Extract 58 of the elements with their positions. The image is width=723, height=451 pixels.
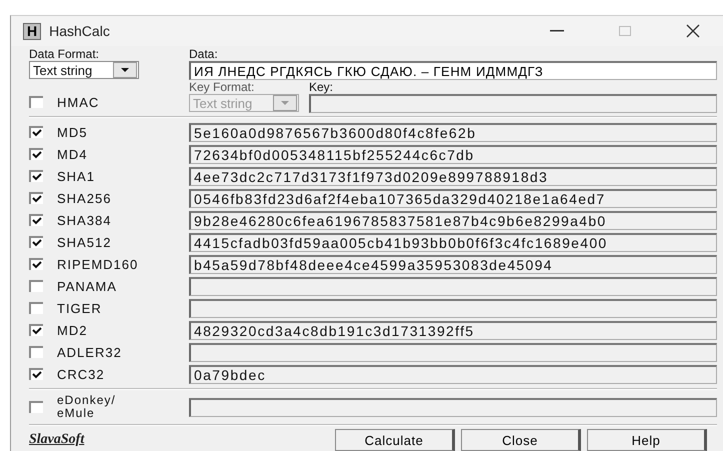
checkbox[interactable] <box>29 192 43 204</box>
minimize-icon[interactable] <box>550 30 564 32</box>
checkbox[interactable] <box>29 401 43 413</box>
hash-field[interactable]: 4829320cd3a4c8db191c3d1731392ff5 <box>189 320 717 340</box>
hash-field[interactable]: 0546fb83fd23d6af2f4eba107365da329d40218e1a64ed7 <box>189 188 717 208</box>
algorithm-label: PANAMA <box>57 278 117 294</box>
dialog-button[interactable]: Help <box>587 429 707 451</box>
key-label: Key: <box>309 81 334 94</box>
hash-field[interactable]: b45a59d78bf48deee4ce4599a35953083de45094 <box>189 254 717 274</box>
hash-field[interactable] <box>189 298 717 318</box>
hash-field[interactable]: 4415cfadb03fd59aa005cb41b93bb0b0f6f3c4fc1689e400 <box>189 232 717 252</box>
key-format-label: Key Format: <box>189 81 256 94</box>
algorithm-label: SHA256 <box>57 190 112 206</box>
checkbox[interactable] <box>29 346 43 358</box>
close-icon[interactable] <box>686 24 700 38</box>
checkbox[interactable] <box>29 324 43 336</box>
checkbox[interactable] <box>29 96 43 108</box>
checkbox[interactable] <box>29 368 43 380</box>
algorithm-label: SHA512 <box>57 234 112 250</box>
caret-icon <box>280 100 290 106</box>
app-icon: H <box>23 22 42 40</box>
checkbox[interactable] <box>29 126 43 138</box>
algorithm-label: RIPEMD160 <box>57 256 138 272</box>
algorithm-label: SHA384 <box>57 212 112 228</box>
algorithm-label: MD2 <box>57 322 88 338</box>
hash-field[interactable] <box>189 398 717 416</box>
hash-field[interactable]: 9b28e46280c6fea6196785837581e87b4c9b6e8299a4b0 <box>189 210 717 230</box>
data-field[interactable]: ИЯ ЛНЕДС РГДКЯСЬ ГКЮ СДАЮ. – ГЕНМ ИДММДГЗ <box>189 61 717 80</box>
algorithm-label: MD4 <box>57 146 88 162</box>
algorithm-label: MD5 <box>57 124 88 140</box>
checkbox[interactable] <box>29 214 43 226</box>
key-field[interactable] <box>309 94 717 113</box>
algorithm-label: SHA1 <box>57 168 95 184</box>
checkbox[interactable] <box>29 236 43 248</box>
algorithm-label: CRC32 <box>57 366 105 382</box>
hash-field[interactable]: 0a79bdec <box>189 364 717 384</box>
checkbox[interactable] <box>29 280 43 292</box>
algorithm-label: ADLER32 <box>57 344 122 360</box>
dialog-button[interactable]: Close <box>461 429 581 451</box>
data-label: Data: <box>189 48 219 61</box>
checkbox[interactable] <box>29 148 43 160</box>
window-title: HashCalc <box>49 23 111 39</box>
checkbox[interactable] <box>29 170 43 182</box>
algorithm-label: TIGER <box>57 300 102 316</box>
hmac-label: HMAC <box>57 94 100 110</box>
checkbox[interactable] <box>29 258 43 270</box>
hash-field[interactable]: 5e160a0d9876567b3600d80f4c8fe62b <box>189 122 717 142</box>
algorithm-label: eDonkey/ eMule <box>57 394 117 420</box>
dialog-button[interactable]: Calculate <box>335 429 455 451</box>
hash-field[interactable]: 72634bf0d005348115bf255244c6c7db <box>189 144 717 164</box>
hash-field[interactable] <box>189 276 717 296</box>
checkbox[interactable] <box>29 302 43 314</box>
caret-icon <box>120 67 130 73</box>
data-format-label: Data Format: <box>29 48 100 61</box>
logo: SlavaSoft <box>29 432 86 448</box>
hash-field[interactable] <box>189 342 717 362</box>
hash-field[interactable]: 4ee73dc2c717d3173f1f973d0209e899788918d3 <box>189 166 717 186</box>
data-format-dropdown[interactable]: Text string <box>29 61 139 79</box>
